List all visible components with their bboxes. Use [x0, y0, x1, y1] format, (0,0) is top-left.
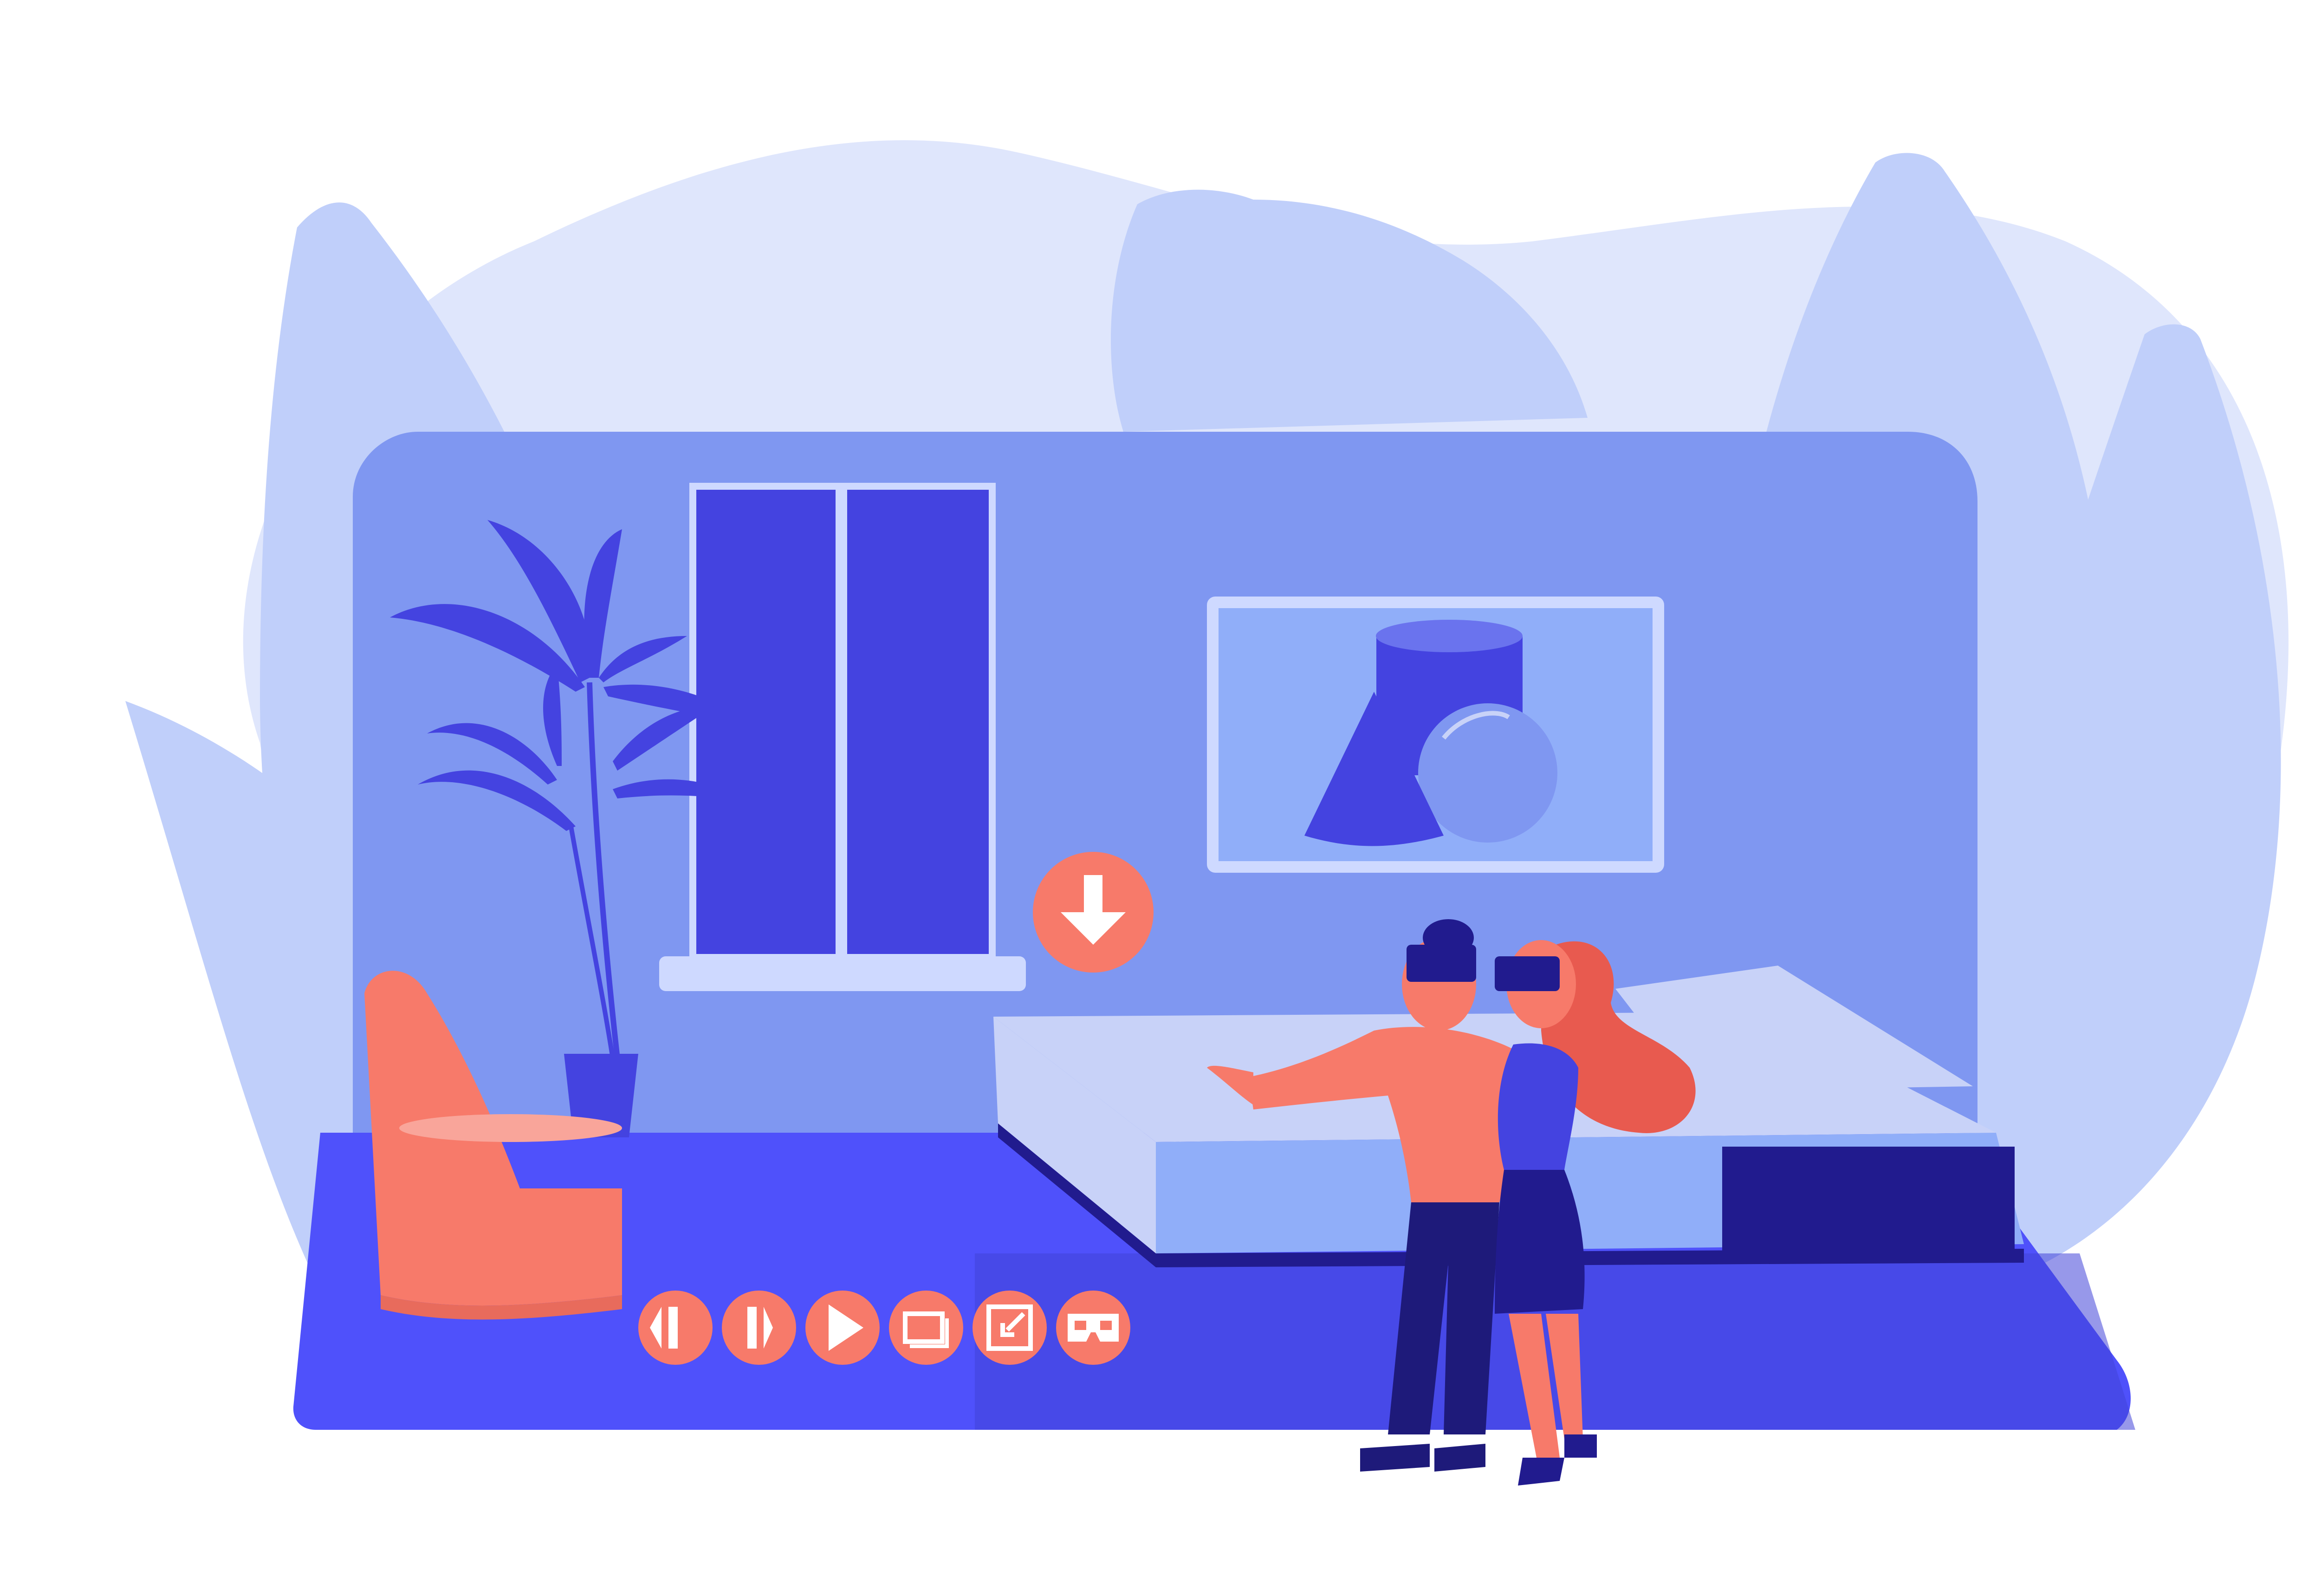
- screens-button[interactable]: [889, 1291, 963, 1365]
- exit-fullscreen-button[interactable]: [972, 1291, 1047, 1365]
- pause-button-bg: [722, 1291, 796, 1365]
- wall-picture: [1207, 597, 1664, 873]
- vr-button[interactable]: [1056, 1291, 1130, 1365]
- window-sill: [659, 956, 1026, 991]
- armchair-seat: [399, 1114, 622, 1142]
- woman-top: [1498, 1043, 1578, 1170]
- vr-headset-icon: [1407, 945, 1476, 982]
- vr-headset-icon: [1495, 956, 1560, 991]
- window-glass-right: [847, 490, 989, 954]
- rewind-button[interactable]: [638, 1291, 713, 1365]
- bed-post: [1722, 1147, 2015, 1263]
- man-shoes: [1360, 1444, 1485, 1472]
- sphere-shape: [1418, 703, 1557, 843]
- monstera-leaf: [1110, 189, 1588, 432]
- pause-button[interactable]: [722, 1291, 796, 1365]
- download-button[interactable]: [1033, 852, 1154, 973]
- window: [659, 483, 1026, 991]
- vr-apartment-tour-scene: [125, 140, 2289, 1486]
- play-button[interactable]: [805, 1291, 880, 1365]
- window-glass-left: [696, 490, 836, 954]
- woman-skirt: [1495, 1170, 1585, 1314]
- cylinder-top: [1376, 620, 1523, 652]
- screens-button-bg: [889, 1291, 963, 1365]
